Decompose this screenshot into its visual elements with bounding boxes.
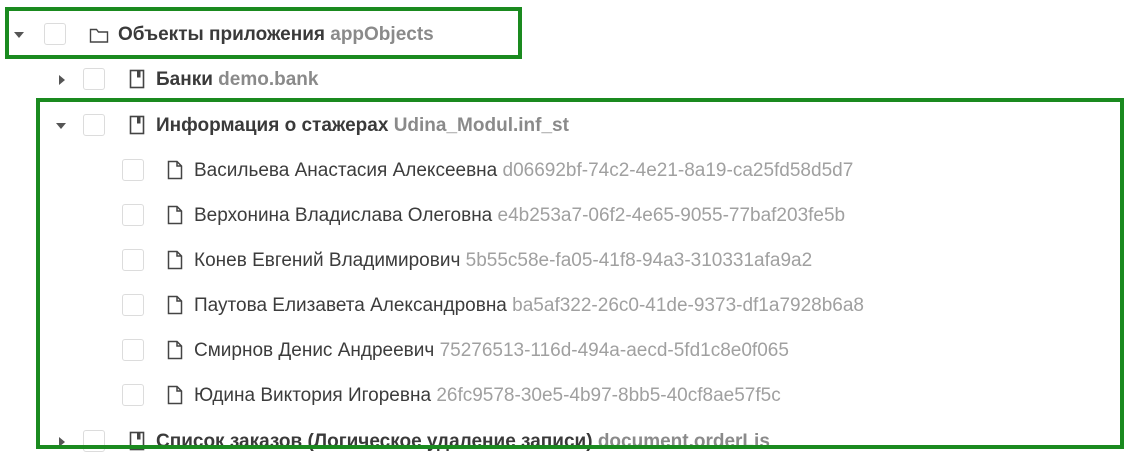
leaf-code: ba5af322-26c0-41de-9373-df1a7928b6a8 xyxy=(512,295,864,316)
checkbox[interactable] xyxy=(122,294,144,316)
tree-leaf[interactable]: Смирнов Денис Андреевич 75276513-116d-49… xyxy=(0,333,1000,369)
tree-leaf[interactable]: Юдина Виктория Игоревна 26fc9578-30e5-4b… xyxy=(0,378,1000,414)
tree-leaf[interactable]: Верхонина Владислава Олеговна e4b253a7-0… xyxy=(0,198,1000,234)
bookmark-icon xyxy=(129,69,145,89)
checkbox[interactable] xyxy=(83,68,105,90)
bookmark-icon xyxy=(129,431,145,451)
node-code: Udina_Modul.inf_st xyxy=(393,115,569,136)
checkbox[interactable] xyxy=(122,339,144,361)
document-icon xyxy=(167,385,183,405)
node-name: Банки xyxy=(156,69,213,90)
checkbox[interactable] xyxy=(122,159,144,181)
tree-node-group[interactable]: Банки demo.bank xyxy=(0,62,600,98)
document-icon xyxy=(167,160,183,180)
checkbox[interactable] xyxy=(122,384,144,406)
checkbox[interactable] xyxy=(83,114,105,136)
expand-toggle[interactable] xyxy=(56,123,66,129)
leaf-code: e4b253a7-06f2-4e65-9055-77baf203fe5b xyxy=(497,205,846,226)
tree-node-group[interactable]: Список заказов (Логическое удаление запи… xyxy=(0,424,1000,460)
document-icon xyxy=(167,295,183,315)
node-code: document.orderLis xyxy=(597,431,770,452)
leaf-name: Смирнов Денис Андреевич xyxy=(194,340,435,361)
node-code: appObjects xyxy=(330,24,434,45)
leaf-code: 26fc9578-30e5-4b97-8bb5-40cf8ae57f5c xyxy=(436,385,781,406)
expand-toggle[interactable] xyxy=(14,32,24,38)
leaf-name: Паутова Елизавета Александровна xyxy=(194,295,507,316)
leaf-name: Конев Евгений Владимирович xyxy=(194,250,461,271)
node-name: Информация о стажерах xyxy=(156,115,389,136)
node-code: demo.bank xyxy=(218,69,319,90)
bookmark-icon xyxy=(129,115,145,135)
tree-leaf[interactable]: Васильева Анастасия Алексеевна d06692bf-… xyxy=(0,153,1000,189)
leaf-name: Юдина Виктория Игоревна xyxy=(194,385,432,406)
tree-node-root[interactable]: Объекты приложения appObjects xyxy=(0,17,520,53)
document-icon xyxy=(167,250,183,270)
tree-node-group[interactable]: Информация о стажерах Udina_Modul.inf_st xyxy=(0,108,700,144)
expand-toggle[interactable] xyxy=(59,75,65,85)
checkbox[interactable] xyxy=(44,23,66,45)
leaf-code: 5b55c58e-fa05-41f8-94a3-310331afa9a2 xyxy=(465,250,813,271)
checkbox[interactable] xyxy=(83,430,105,452)
tree-leaf[interactable]: Конев Евгений Владимирович 5b55c58e-fa05… xyxy=(0,243,1000,279)
document-icon xyxy=(167,205,183,225)
leaf-code: d06692bf-74c2-4e21-8a19-ca25fd58d5d7 xyxy=(502,160,854,181)
document-icon xyxy=(167,340,183,360)
checkbox[interactable] xyxy=(122,249,144,271)
checkbox[interactable] xyxy=(122,204,144,226)
expand-toggle[interactable] xyxy=(59,437,65,447)
leaf-code: 75276513-116d-494a-aecd-5fd1c8e0f065 xyxy=(439,340,789,361)
node-name: Объекты приложения xyxy=(118,24,325,45)
folder-icon xyxy=(89,28,109,43)
leaf-name: Васильева Анастасия Алексеевна xyxy=(194,160,498,181)
tree-leaf[interactable]: Паутова Елизавета Александровна ba5af322… xyxy=(0,288,1000,324)
leaf-name: Верхонина Владислава Олеговна xyxy=(194,205,493,226)
node-name: Список заказов (Логическое удаление запи… xyxy=(156,431,593,452)
